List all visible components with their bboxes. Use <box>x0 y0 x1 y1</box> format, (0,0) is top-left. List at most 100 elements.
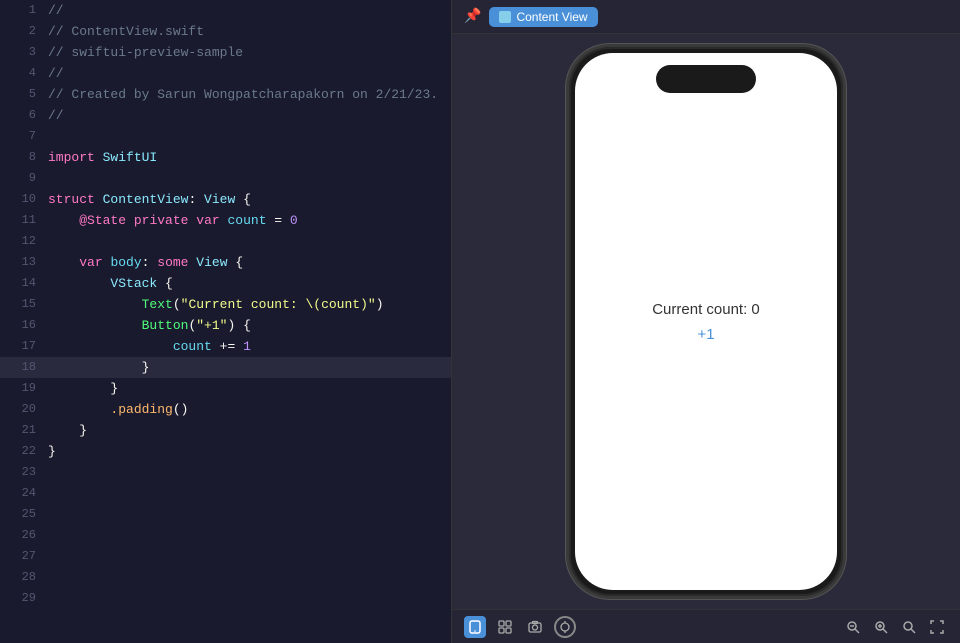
line-content-16: Button("+1") { <box>48 315 443 336</box>
iphone-content: Current count: 0 +1 <box>652 301 760 343</box>
zoom-100-icon[interactable] <box>870 616 892 638</box>
iphone-frame: Current count: 0 +1 <box>566 44 846 599</box>
code-line-16: 16 Button("+1") { <box>0 315 451 336</box>
code-line-9: 9 <box>0 168 451 189</box>
line-number-1: 1 <box>8 0 36 21</box>
line-number-9: 9 <box>8 168 36 189</box>
line-number-17: 17 <box>8 336 36 357</box>
bottom-right-controls <box>842 616 948 638</box>
line-number-27: 27 <box>8 546 36 567</box>
line-content-22: } <box>48 441 443 462</box>
line-number-10: 10 <box>8 189 36 210</box>
pin-icon: 📌 <box>464 8 481 25</box>
line-content-19: } <box>48 378 443 399</box>
line-content-14: VStack { <box>48 273 443 294</box>
line-number-24: 24 <box>8 483 36 504</box>
line-content-10: struct ContentView: View { <box>48 189 443 210</box>
code-area[interactable]: 1 // 2 // ContentView.swift3// swiftui-prev… <box>0 0 451 643</box>
code-line-25: 25 <box>0 504 451 525</box>
grid-icon[interactable] <box>494 616 516 638</box>
line-content-2: // ContentView.swift <box>48 21 443 42</box>
line-content-20: .padding() <box>48 399 443 420</box>
code-line-19: 19 } <box>0 378 451 399</box>
preview-tab-label: Content View <box>516 10 587 24</box>
line-number-16: 16 <box>8 315 36 336</box>
code-line-27: 27 <box>0 546 451 567</box>
bottom-left-controls <box>464 616 576 638</box>
code-line-21: 21 } <box>0 420 451 441</box>
line-content-11: @State private var count = 0 <box>48 210 443 231</box>
line-number-13: 13 <box>8 252 36 273</box>
preview-panel: 📌 Content View Current count: 0 +1 <box>452 0 960 643</box>
line-content-4: // <box>48 63 443 84</box>
line-content-5: // Created by Sarun Wongpatcharapakorn o… <box>48 84 443 105</box>
line-number-5: 5 <box>8 84 36 105</box>
line-number-11: 11 <box>8 210 36 231</box>
code-line-26: 26 <box>0 525 451 546</box>
code-line-17: 17 count += 1 <box>0 336 451 357</box>
line-number-14: 14 <box>8 273 36 294</box>
count-text: Current count: 0 <box>652 301 760 318</box>
code-line-28: 28 <box>0 567 451 588</box>
line-content-8: import SwiftUI <box>48 147 443 168</box>
line-number-22: 22 <box>8 441 36 462</box>
code-line-14: 14 VStack { <box>0 273 451 294</box>
line-number-25: 25 <box>8 504 36 525</box>
settings-icon[interactable] <box>554 616 576 638</box>
line-number-29: 29 <box>8 588 36 609</box>
editor-panel: 1 // 2 // ContentView.swift3// swiftui-prev… <box>0 0 452 643</box>
line-content-18: } <box>48 357 443 378</box>
increment-button[interactable]: +1 <box>697 326 714 343</box>
code-line-11: 11 @State private var count = 0 <box>0 210 451 231</box>
line-number-23: 23 <box>8 462 36 483</box>
code-line-13: 13 var body: some View { <box>0 252 451 273</box>
line-content-1: // <box>48 0 443 21</box>
iphone-screen: Current count: 0 +1 <box>575 53 837 590</box>
code-line-4: 4 // <box>0 63 451 84</box>
code-line-3: 3// swiftui-preview-sample <box>0 42 451 63</box>
preview-tab[interactable]: Content View <box>489 7 597 27</box>
code-line-10: 10 struct ContentView: View { <box>0 189 451 210</box>
line-content-13: var body: some View { <box>48 252 443 273</box>
code-line-20: 20 .padding() <box>0 399 451 420</box>
code-line-7: 7 <box>0 126 451 147</box>
code-line-24: 24 <box>0 483 451 504</box>
line-number-12: 12 <box>8 231 36 252</box>
code-line-12: 12 <box>0 231 451 252</box>
zoom-fit-icon[interactable] <box>926 616 948 638</box>
line-number-2: 2 <box>8 21 36 42</box>
line-content-3: // swiftui-preview-sample <box>48 42 443 63</box>
code-line-23: 23 <box>0 462 451 483</box>
iphone-container: Current count: 0 +1 <box>556 34 856 609</box>
line-number-15: 15 <box>8 294 36 315</box>
zoom-in-icon[interactable] <box>898 616 920 638</box>
zoom-out-icon[interactable] <box>842 616 864 638</box>
code-line-1: 1 // <box>0 0 451 21</box>
line-number-21: 21 <box>8 420 36 441</box>
device-icon[interactable] <box>464 616 486 638</box>
line-number-4: 4 <box>8 63 36 84</box>
code-line-2: 2 // ContentView.swift <box>0 21 451 42</box>
iphone-notch <box>656 65 756 93</box>
code-line-29: 29 <box>0 588 451 609</box>
preview-topbar: 📌 Content View <box>452 0 960 34</box>
code-line-22: 22} <box>0 441 451 462</box>
code-line-6: 6 // <box>0 105 451 126</box>
line-number-18: 18 <box>8 357 36 378</box>
line-content-21: } <box>48 420 443 441</box>
line-number-19: 19 <box>8 378 36 399</box>
line-content-6: // <box>48 105 443 126</box>
preview-bottombar <box>452 609 960 643</box>
line-content-17: count += 1 <box>48 336 443 357</box>
line-number-8: 8 <box>8 147 36 168</box>
screenshot-icon[interactable] <box>524 616 546 638</box>
code-line-8: 8 import SwiftUI <box>0 147 451 168</box>
line-number-26: 26 <box>8 525 36 546</box>
line-number-20: 20 <box>8 399 36 420</box>
content-view-icon <box>499 11 511 23</box>
code-line-5: 5 // Created by Sarun Wongpatcharapakorn … <box>0 84 451 105</box>
line-number-7: 7 <box>8 126 36 147</box>
line-number-6: 6 <box>8 105 36 126</box>
line-content-15: Text("Current count: \(count)") <box>48 294 443 315</box>
code-line-18: 18 } <box>0 357 451 378</box>
